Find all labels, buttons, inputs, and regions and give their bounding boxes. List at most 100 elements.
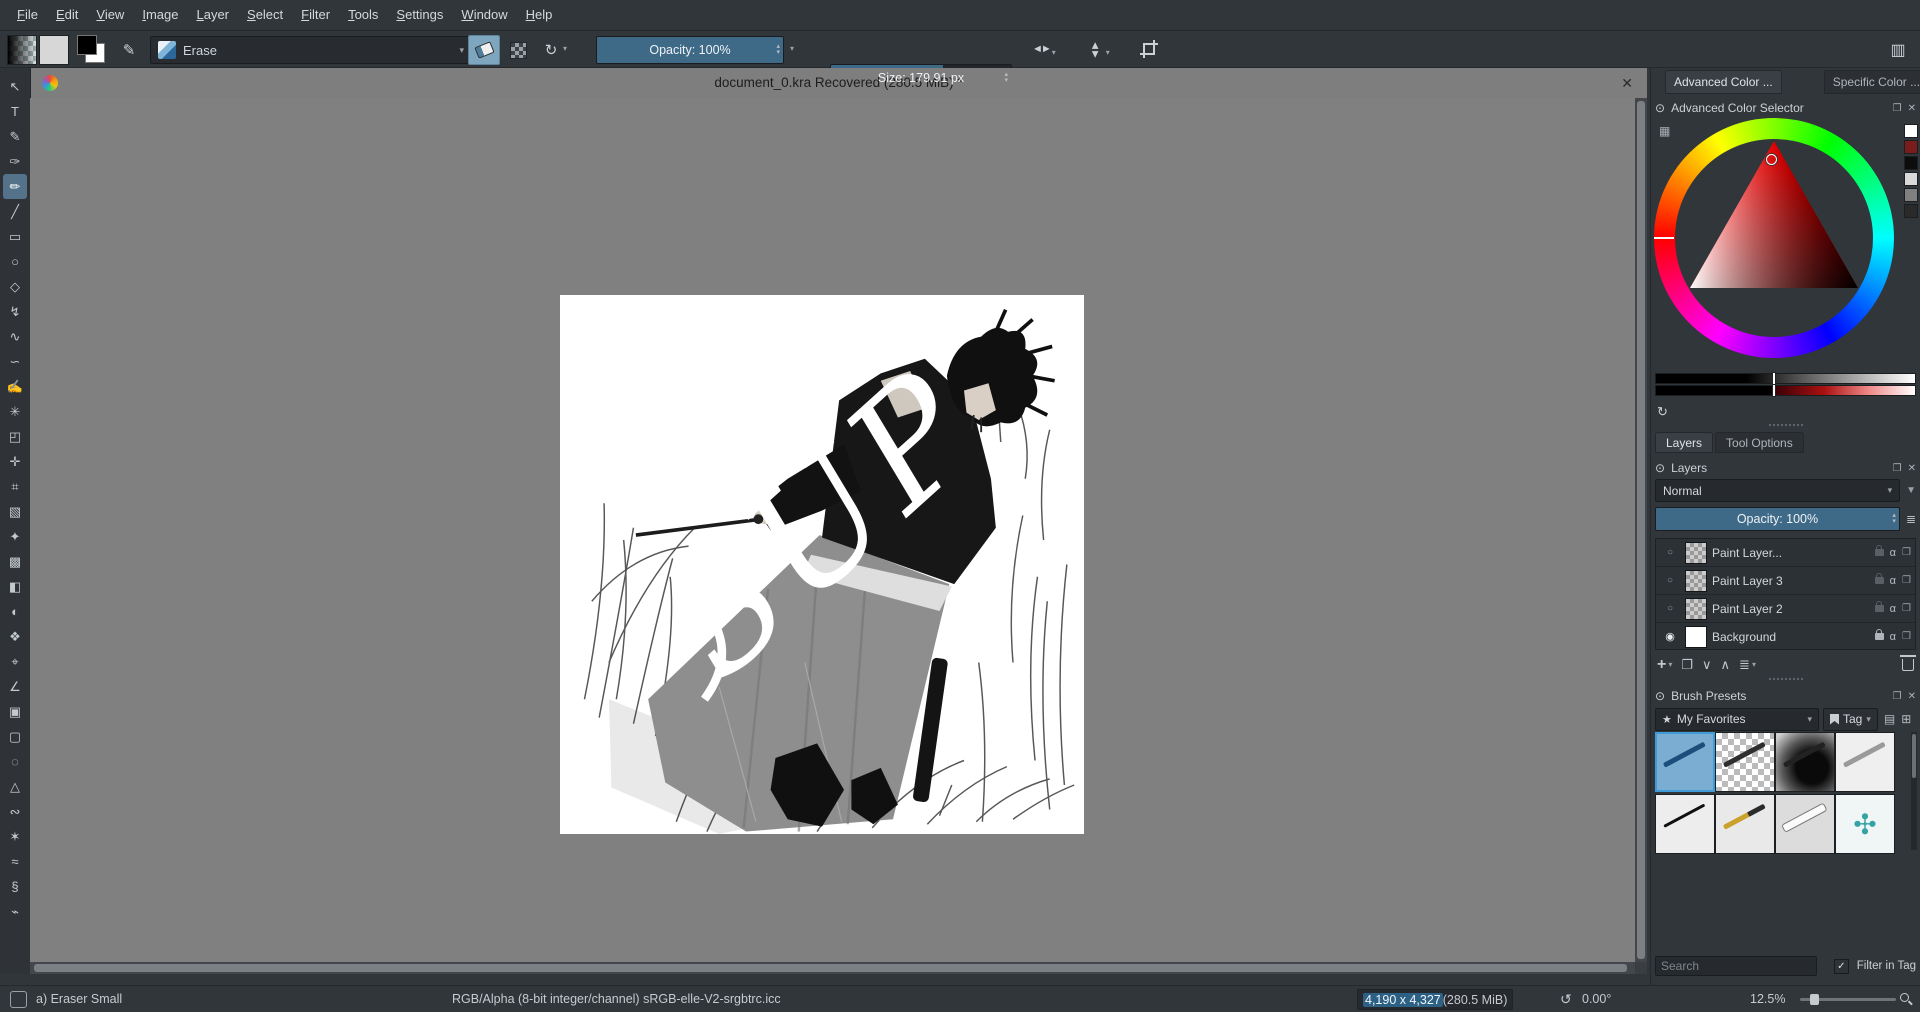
visibility-toggle[interactable]: [1660, 630, 1680, 643]
trim-to-image-button[interactable]: [1140, 40, 1158, 58]
vertical-scrollbar-thumb[interactable]: [1637, 101, 1645, 959]
layer-name[interactable]: Paint Layer 2: [1712, 602, 1870, 616]
color-history-swatch[interactable]: [1904, 204, 1918, 218]
foreground-color-swatch[interactable]: [77, 35, 97, 55]
foreground-background-colors[interactable]: [76, 34, 106, 64]
tool-assistants[interactable]: ⌖: [3, 649, 27, 674]
search-input[interactable]: [1655, 956, 1817, 976]
tool-fill[interactable]: ◧: [3, 574, 27, 599]
spin-down-icon[interactable]: ▾: [776, 49, 780, 56]
layer-name[interactable]: Paint Layer 3: [1712, 574, 1870, 588]
view-mode-icon[interactable]: ▤: [1884, 712, 1895, 726]
preserve-alpha-button[interactable]: [502, 35, 534, 65]
layer-opacity-slider[interactable]: Opacity: 100% ▴ ▾: [1655, 507, 1900, 531]
close-docker-icon[interactable]: ✕: [1908, 103, 1916, 114]
tool-edit-shapes[interactable]: ✎: [3, 124, 27, 149]
document-close-button[interactable]: ✕: [1621, 68, 1633, 98]
zoom-value[interactable]: 12.5%: [1750, 986, 1785, 1012]
docker-resize-handle[interactable]: [1768, 678, 1803, 680]
canvas-artwork[interactable]: SUP: [560, 295, 1084, 834]
color-marker[interactable]: [1766, 154, 1777, 165]
visibility-toggle[interactable]: [1660, 575, 1680, 586]
brush-preset-dropdown[interactable]: Erase ▾: [150, 36, 472, 64]
menu-item[interactable]: View: [87, 0, 133, 30]
color-wheel[interactable]: [1654, 118, 1894, 358]
value-gradient-strip[interactable]: [1655, 373, 1916, 384]
tool-text[interactable]: T: [3, 99, 27, 124]
brush-preset[interactable]: [1775, 732, 1835, 792]
refresh-icon[interactable]: ↻: [1657, 404, 1668, 420]
layer-style-icon[interactable]: ❐: [1902, 603, 1911, 614]
tool-smart-patch[interactable]: ❖: [3, 624, 27, 649]
layer-style-icon[interactable]: ❐: [1902, 631, 1911, 642]
duplicate-layer-button[interactable]: ❐: [1681, 657, 1693, 673]
menu-item[interactable]: Window: [452, 0, 516, 30]
menu-item[interactable]: Image: [133, 0, 187, 30]
tool-polygon[interactable]: ◇: [3, 274, 27, 299]
tool-similar-select[interactable]: ≈: [3, 849, 27, 874]
visibility-toggle[interactable]: [1660, 547, 1680, 558]
eraser-mode-button[interactable]: [468, 35, 500, 65]
tool-polyline[interactable]: ↯: [3, 299, 27, 324]
opacity-slider[interactable]: Opacity: 100% ▴ ▾: [596, 36, 784, 64]
tool-calligraphy[interactable]: ✑: [3, 149, 27, 174]
tool-color-sampler[interactable]: ✦: [3, 524, 27, 549]
zoom-slider-track[interactable]: [1800, 993, 1896, 1005]
brush-preset[interactable]: [1775, 794, 1835, 854]
layer-row[interactable]: Paint Layer 2 α ❐: [1656, 595, 1915, 623]
menu-item[interactable]: Layer: [187, 0, 238, 30]
delete-layer-button[interactable]: [1900, 655, 1916, 671]
close-docker-icon[interactable]: ✕: [1908, 463, 1916, 474]
blend-mode-dropdown[interactable]: Normal ▾: [1655, 479, 1901, 502]
image-dimensions-field[interactable]: 4,190 x 4,327 (280.5 MiB): [1357, 989, 1514, 1010]
zoom-slider-handle[interactable]: [1810, 993, 1819, 1005]
color-history-swatch[interactable]: [1904, 124, 1918, 138]
tool-rect-select[interactable]: ▢: [3, 724, 27, 749]
tool-bezier-select[interactable]: §: [3, 874, 27, 899]
layer-properties-button[interactable]: ≣ ▾: [1739, 657, 1756, 673]
layer-row[interactable]: Background α ❐: [1656, 623, 1915, 649]
preset-scrollbar[interactable]: [1911, 732, 1917, 850]
chevron-down-icon[interactable]: ▾: [1106, 48, 1110, 58]
color-history-swatch[interactable]: [1904, 188, 1918, 202]
brush-preset[interactable]: [1715, 732, 1775, 792]
layer-opacity-spinner[interactable]: ▴ ▾: [1890, 508, 1898, 530]
layers-menu-icon[interactable]: ≣: [1906, 512, 1916, 526]
size-slider[interactable]: Size: 179.91 px ▴ ▾: [830, 64, 1012, 92]
brush-preset[interactable]: [1655, 794, 1715, 854]
preset-options-icon[interactable]: ⊞: [1901, 712, 1911, 726]
zoom-slider[interactable]: [1800, 986, 1896, 1012]
tag-button[interactable]: Tag ▾: [1823, 707, 1878, 731]
tool-move[interactable]: ✛: [3, 449, 27, 474]
shade-gradient-strip[interactable]: [1655, 385, 1916, 396]
tool-measure[interactable]: ∠: [3, 674, 27, 699]
filter-in-tag-checkbox[interactable]: ✓: [1833, 958, 1849, 974]
rotation-icon[interactable]: ↺: [1560, 986, 1572, 1012]
vertical-scrollbar[interactable]: [1635, 98, 1647, 962]
tool-dynamic-brush[interactable]: ✍: [3, 374, 27, 399]
tool-polygon-select[interactable]: △: [3, 774, 27, 799]
color-history-swatch[interactable]: [1904, 140, 1918, 154]
visibility-toggle[interactable]: [1660, 603, 1680, 614]
brush-editor-icon[interactable]: ✎: [114, 36, 144, 64]
brush-preset[interactable]: [1835, 794, 1895, 854]
layer-style-icon[interactable]: ❐: [1902, 547, 1911, 558]
alpha-icon[interactable]: α: [1890, 575, 1896, 587]
tool-transform[interactable]: ◰: [3, 424, 27, 449]
tool-select-shapes[interactable]: ↖: [3, 74, 27, 99]
spin-down-icon[interactable]: ▾: [1004, 77, 1008, 84]
docker-tab[interactable]: Tool Options: [1715, 432, 1804, 453]
close-docker-icon[interactable]: ✕: [1908, 691, 1916, 702]
opacity-spinner[interactable]: ▴ ▾: [774, 37, 782, 63]
reload-preset-button[interactable]: ↻: [538, 35, 564, 65]
layer-name[interactable]: Background: [1712, 630, 1870, 644]
docker-tab[interactable]: Layers: [1655, 432, 1714, 453]
docker-tab[interactable]: Specific Color ...: [1823, 70, 1920, 94]
layer-name[interactable]: Paint Layer...: [1712, 546, 1870, 560]
float-docker-icon[interactable]: ❐: [1893, 463, 1902, 474]
lock-icon[interactable]: [1874, 629, 1884, 640]
canvas-mode-icon[interactable]: [10, 986, 27, 1012]
workspace-chooser-button[interactable]: ▥: [1884, 37, 1912, 63]
tag-filter-dropdown[interactable]: ★ My Favorites ▾: [1655, 707, 1819, 731]
add-layer-button[interactable]: + ▾: [1657, 656, 1672, 674]
